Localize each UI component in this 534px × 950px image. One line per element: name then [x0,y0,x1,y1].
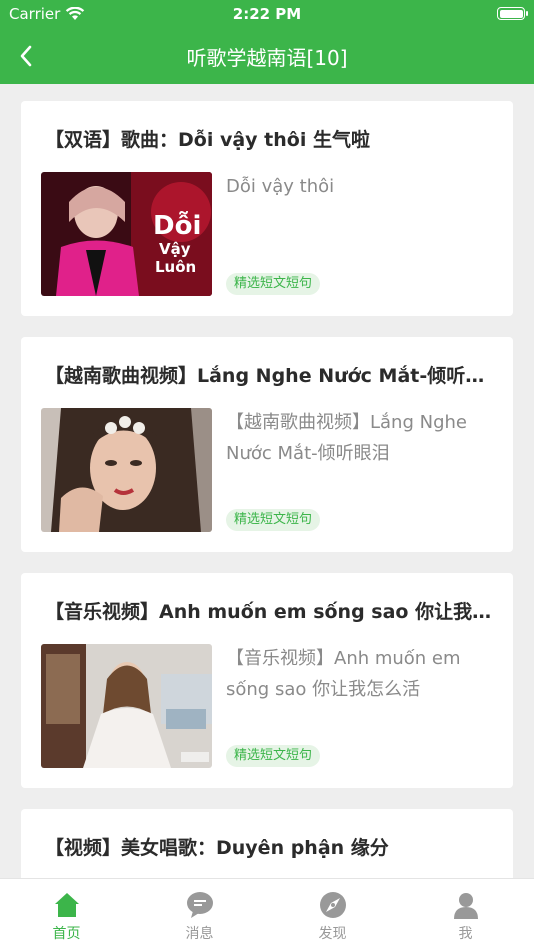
tab-label: 消息 [185,926,214,942]
nav-bar: 听歌学越南语[10] [0,28,534,84]
bottom-tab-bar: 首页 消息 发现 我 [0,878,534,950]
article-card[interactable]: 【越南歌曲视频】Lắng Nghe Nước Mắt-倾听… 【越南歌曲视频】L… [21,337,513,552]
svg-text:Dỗi: Dỗi [153,210,201,241]
article-card[interactable]: 【音乐视频】Anh muốn em sống sao 你让我… 【音乐视频】An… [21,573,513,788]
card-thumbnail[interactable]: Dỗi Vậy Luôn [41,172,212,296]
tab-discover[interactable]: 发现 [266,879,399,950]
card-description: 【越南歌曲视频】Lắng Nghe Nước Mắt-倾听眼泪 [226,412,467,464]
tab-label: 发现 [318,926,347,942]
page-title: 听歌学越南语[10] [186,46,348,70]
tab-messages[interactable]: 消息 [133,879,266,950]
card-title: 【音乐视频】Anh muốn em sống sao 你让我… [45,601,492,623]
card-title: 【越南歌曲视频】Lắng Nghe Nước Mắt-倾听… [45,365,485,387]
card-description: Dỗi vậy thôi [226,176,335,197]
card-title: 【视频】美女唱歌：Duyên phận 缘分 [45,837,389,859]
status-time: 2:22 PM [232,5,302,23]
card-tag: 精选短文短句 [226,509,321,531]
message-icon [187,892,213,918]
card-thumbnail[interactable] [41,408,212,532]
discover-icon [320,892,346,918]
app-header: Carrier 2:22 PM 听歌学越南语[10] [0,0,534,84]
tab-label: 首页 [52,926,81,942]
profile-icon [454,893,478,919]
svg-text:Luôn: Luôn [155,258,196,276]
tab-profile[interactable]: 我 [399,879,532,950]
card-description: 【音乐视频】Anh muốn em sống sao 你让我怎么活 [226,648,461,700]
card-tag: 精选短文短句 [226,273,321,295]
svg-text:Vậy: Vậy [159,240,191,258]
card-thumbnail[interactable] [41,644,212,768]
status-bar: Carrier 2:22 PM [0,0,534,28]
tab-label: 我 [458,926,473,942]
card-title: 【双语】歌曲：Dỗi vậy thôi 生气啦 [45,129,370,151]
card-tag: 精选短文短句 [226,745,321,767]
battery-icon [497,7,528,20]
article-card[interactable]: 【双语】歌曲：Dỗi vậy thôi 生气啦 Dỗi Vậy Luôn Dỗi… [21,101,513,316]
tab-home[interactable]: 首页 [0,879,133,950]
home-icon [55,893,79,917]
